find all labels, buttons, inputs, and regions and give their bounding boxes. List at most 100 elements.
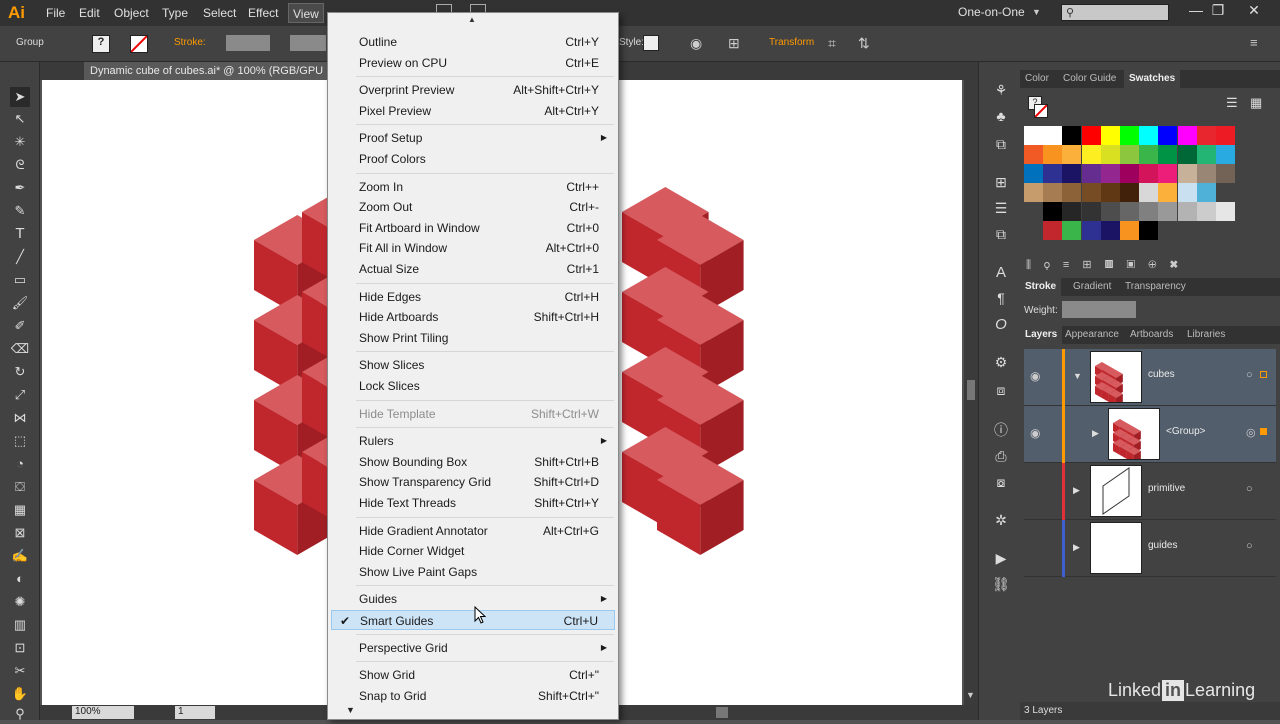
color-swatch[interactable] <box>1196 145 1216 164</box>
arrange-icon[interactable]: ⇅ <box>858 35 874 51</box>
color-swatch[interactable] <box>1062 126 1082 145</box>
menu-item-hide-artboards[interactable]: Hide Artboards Shift+Ctrl+H <box>331 307 615 327</box>
live-paint-tool-icon[interactable]: ⛋ <box>10 477 30 497</box>
color-swatch[interactable] <box>1216 202 1235 221</box>
color-swatch[interactable] <box>1196 183 1216 202</box>
pen-tool-icon[interactable]: ✒ <box>10 178 30 198</box>
graphic-style-swatch[interactable] <box>643 35 659 51</box>
menu-item-show-live-paint-gaps[interactable]: Show Live Paint Gaps <box>331 562 615 582</box>
pathfinder-icon[interactable]: ⧉ <box>991 226 1011 246</box>
color-swatch[interactable] <box>1139 145 1159 164</box>
zoom-field[interactable]: 100% <box>72 706 134 719</box>
color-swatch[interactable] <box>1139 202 1159 221</box>
color-swatch[interactable] <box>1043 126 1063 145</box>
close-button[interactable]: ✕ <box>1244 2 1264 20</box>
swatch-grid[interactable] <box>1024 126 1254 244</box>
actions-icon[interactable]: ▶ <box>991 550 1011 570</box>
scroll-down-arrow-icon[interactable]: ▼ <box>346 705 355 715</box>
paintbrush-tool-icon[interactable]: 🖌 <box>10 293 30 313</box>
menu-item-proof-colors[interactable]: Proof Colors <box>331 149 615 169</box>
menu-item-show-transparency-grid[interactable]: Show Transparency Grid Shift+Ctrl+D <box>331 472 615 492</box>
eraser-tool-icon[interactable]: ⌫ <box>10 339 30 359</box>
color-swatch[interactable] <box>1043 221 1063 240</box>
menu-item-zoom-out[interactable]: Zoom Out Ctrl+- <box>331 197 615 217</box>
color-swatch[interactable] <box>1100 126 1120 145</box>
symbol-sprayer-icon[interactable]: ⚘ <box>991 82 1011 102</box>
color-swatch[interactable] <box>1081 145 1101 164</box>
visibility-eye-icon[interactable]: ◉ <box>1030 369 1040 383</box>
menu-item-show-print-tiling[interactable]: Show Print Tiling <box>331 328 615 348</box>
selection-indicator[interactable] <box>1260 371 1267 378</box>
menu-item-smart-guides[interactable]: ✔ Smart Guides Ctrl+U <box>331 610 615 630</box>
tab-stroke[interactable]: Stroke <box>1020 278 1062 296</box>
list-view-icon[interactable]: ☰ <box>1226 95 1244 111</box>
width-tool-icon[interactable]: ⋈ <box>10 408 30 428</box>
layer-row-group[interactable]: ◉ ▶ <Group> ◎ <box>1024 406 1276 463</box>
asset-export-icon[interactable]: ⧈ <box>991 382 1011 402</box>
libraries-icon[interactable]: ⧉ <box>991 136 1011 156</box>
fill-stroke-proxy[interactable]: ? <box>1028 96 1048 118</box>
curvature-tool-icon[interactable]: ✎ <box>10 201 30 221</box>
navigator-icon[interactable]: ✲ <box>991 512 1011 532</box>
horizontal-scroll-thumb[interactable] <box>716 707 728 718</box>
menu-item-fit-artboard-in-window[interactable]: Fit Artboard in Window Ctrl+0 <box>331 218 615 238</box>
stroke-weight-field[interactable] <box>226 35 270 51</box>
menu-item-hide-gradient-annotator[interactable]: Hide Gradient Annotator Alt+Ctrl+G <box>331 521 615 541</box>
menu-item-lock-slices[interactable]: Lock Slices <box>331 376 615 396</box>
target-icon[interactable]: ○ <box>1246 483 1253 495</box>
menu-item-hide-text-threads[interactable]: Hide Text Threads Shift+Ctrl+Y <box>331 493 615 513</box>
type-tool-icon[interactable]: T <box>10 224 30 244</box>
color-swatch[interactable] <box>1081 164 1101 183</box>
color-swatch[interactable] <box>1081 126 1101 145</box>
color-swatch[interactable] <box>1196 164 1216 183</box>
swatch-footer-icons[interactable]: ⫼⚲≡⊞▦▣⊕✖ <box>1026 258 1191 272</box>
menu-item-rulers[interactable]: Rulers ▶ <box>331 431 615 451</box>
color-swatch[interactable] <box>1100 164 1120 183</box>
scroll-thumb[interactable] <box>967 380 975 400</box>
layer-row-guides[interactable]: ▶ guides ○ <box>1024 520 1276 577</box>
color-swatch[interactable] <box>1100 221 1120 240</box>
color-swatch[interactable] <box>1043 183 1063 202</box>
menu-item-hide-corner-widget[interactable]: Hide Corner Widget <box>331 541 615 561</box>
stroke-label[interactable]: Stroke: <box>174 37 206 48</box>
club-icon[interactable]: ♣ <box>991 108 1011 128</box>
menu-item-show-slices[interactable]: Show Slices <box>331 355 615 375</box>
expand-arrow-icon[interactable]: ▶ <box>1073 485 1080 496</box>
fill-swatch[interactable]: ? <box>92 35 110 53</box>
menu-item-zoom-in[interactable]: Zoom In Ctrl++ <box>331 177 615 197</box>
scroll-up-arrow-icon[interactable]: ▲ <box>468 15 476 24</box>
eyedropper-tool-icon[interactable]: ✍ <box>10 546 30 566</box>
layer-name[interactable]: guides <box>1148 540 1177 551</box>
color-swatch[interactable] <box>1120 145 1139 164</box>
color-swatch[interactable] <box>1196 202 1216 221</box>
search-input[interactable]: ⚲ <box>1061 4 1169 21</box>
layer-name[interactable]: primitive <box>1148 483 1185 494</box>
color-swatch[interactable] <box>1024 145 1043 164</box>
tab-color-guide[interactable]: Color Guide <box>1058 70 1121 88</box>
tab-color[interactable]: Color <box>1020 70 1054 88</box>
color-swatch[interactable] <box>1043 145 1063 164</box>
color-swatch[interactable] <box>1158 183 1178 202</box>
graphic-styles-icon[interactable]: ⚙ <box>991 354 1011 374</box>
tab-layers[interactable]: Layers <box>1020 326 1063 344</box>
slice-tool-icon[interactable]: ✂ <box>10 661 30 681</box>
color-swatch[interactable] <box>1100 145 1120 164</box>
lasso-tool-icon[interactable]: ᘓ <box>10 155 30 175</box>
color-swatch[interactable] <box>1120 126 1139 145</box>
tab-libraries[interactable]: Libraries <box>1182 326 1230 344</box>
transform-panel-icon[interactable]: ⊞ <box>991 174 1011 194</box>
minimize-button[interactable]: — <box>1186 2 1206 20</box>
panel-menu-icon[interactable]: ≡ <box>1250 35 1266 51</box>
color-swatch[interactable] <box>1139 183 1159 202</box>
color-swatch[interactable] <box>1062 221 1082 240</box>
color-swatch[interactable] <box>1139 164 1159 183</box>
color-swatch[interactable] <box>1081 183 1101 202</box>
layer-name[interactable]: cubes <box>1148 369 1175 380</box>
color-swatch[interactable] <box>1062 145 1082 164</box>
color-swatch[interactable] <box>1120 221 1139 240</box>
color-swatch[interactable] <box>1024 126 1043 145</box>
color-swatch[interactable] <box>1043 164 1063 183</box>
weight-field[interactable] <box>1062 301 1136 318</box>
target-icon[interactable]: ◎ <box>1246 426 1256 439</box>
graph-tool-icon[interactable]: ▥ <box>10 615 30 635</box>
